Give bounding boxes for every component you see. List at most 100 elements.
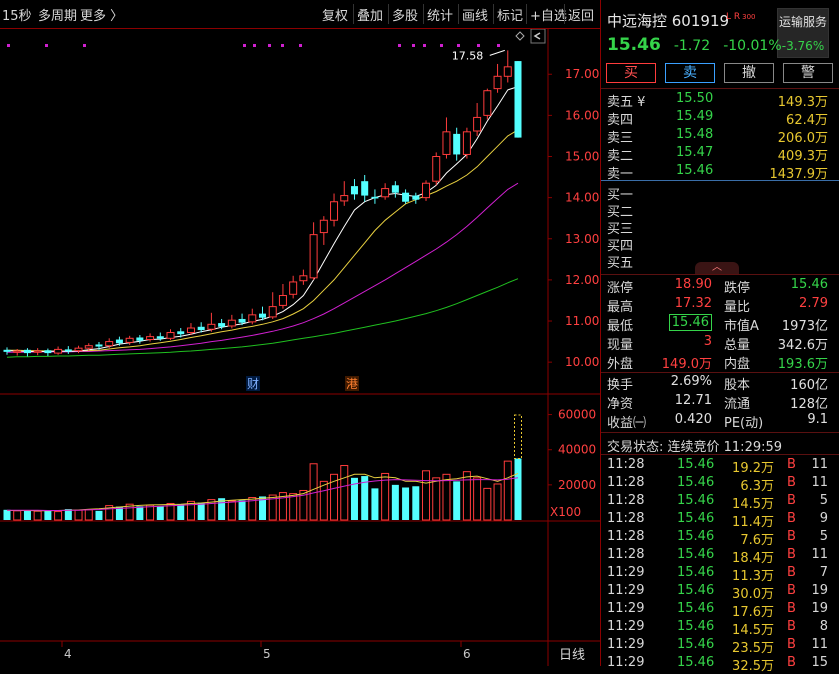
collapse-toggle[interactable]: ︿ bbox=[695, 262, 739, 274]
period-label[interactable]: 日线 bbox=[559, 648, 585, 663]
candle bbox=[462, 127, 471, 159]
fundamental-label: PE(动) bbox=[724, 416, 764, 431]
trade-time: 11:29 bbox=[607, 619, 645, 634]
toolbar-item-5[interactable]: 标记 bbox=[497, 5, 523, 24]
ask-row[interactable]: 卖三 15.48 206.0万 bbox=[601, 126, 839, 146]
volume-bar-down bbox=[238, 500, 246, 520]
event-marker[interactable]: 财 bbox=[247, 377, 259, 391]
toolbar-separator bbox=[388, 4, 389, 24]
price-change: -1.72 bbox=[673, 38, 711, 54]
candle-body-down bbox=[136, 337, 144, 341]
trade-time: 11:28 bbox=[607, 493, 645, 508]
volume-bar-up bbox=[146, 504, 155, 521]
alert-button[interactable]: 警 bbox=[783, 63, 833, 83]
candle bbox=[340, 181, 349, 206]
volume-projection-bar bbox=[514, 414, 522, 459]
volume-bar-down bbox=[412, 486, 420, 520]
candle bbox=[361, 175, 369, 202]
toolbar-separator bbox=[493, 4, 494, 24]
sector-name: 运输服务 bbox=[778, 15, 827, 29]
sell-button[interactable]: 卖 bbox=[665, 63, 715, 83]
candle-body-up bbox=[483, 90, 492, 116]
bid-row[interactable]: 买四 bbox=[601, 234, 839, 254]
toolbar-separator bbox=[564, 4, 565, 24]
x-tick-label: 4 bbox=[64, 647, 72, 661]
event-marker[interactable]: 港 bbox=[346, 377, 358, 391]
trade-row: 11:28 15.46 18.4万 B 11 bbox=[601, 546, 839, 566]
stat-value: 15.46 bbox=[668, 314, 712, 331]
ask-row[interactable]: 卖四 15.49 62.4万 bbox=[601, 108, 839, 128]
scroll-box[interactable] bbox=[530, 28, 546, 44]
candle bbox=[503, 50, 512, 83]
ask-price: 15.47 bbox=[676, 145, 714, 160]
stat-label: 内盘 bbox=[724, 357, 751, 372]
volume-bar-up bbox=[473, 477, 482, 521]
stat-value: 342.6万 bbox=[777, 338, 828, 353]
candle-body-up bbox=[125, 337, 134, 343]
volume-tick-label: 60000 bbox=[558, 408, 596, 422]
candle bbox=[381, 183, 390, 200]
y-tick-label: 17.00 bbox=[565, 67, 599, 81]
candle-body-down bbox=[402, 192, 410, 202]
volume-bar-down bbox=[453, 481, 461, 520]
sector-button[interactable]: 运输服务 -3.76% bbox=[777, 8, 829, 58]
signal-dot bbox=[477, 44, 480, 47]
chevron-left-icon[interactable] bbox=[533, 32, 541, 40]
toolbar-separator bbox=[353, 4, 354, 24]
candle-body-up bbox=[207, 323, 216, 330]
toolbar-item-3[interactable]: 统计 bbox=[427, 5, 453, 24]
toolbar-item-1[interactable]: 叠加 bbox=[357, 5, 383, 24]
trade-side: B bbox=[787, 565, 796, 580]
candle-body-up bbox=[330, 201, 339, 221]
toolbar-item-left-1[interactable]: 多周期 bbox=[38, 5, 77, 24]
trade-price: 15.46 bbox=[677, 601, 715, 616]
toolbar-separator bbox=[526, 4, 527, 24]
toolbar-item-0[interactable]: 复权 bbox=[322, 5, 348, 24]
spread-divider bbox=[601, 180, 839, 181]
bid-row[interactable]: 买三 bbox=[601, 217, 839, 237]
candle-body-down bbox=[391, 185, 399, 193]
bid-row[interactable]: 买二 bbox=[601, 200, 839, 220]
candle-body-up bbox=[432, 156, 441, 182]
candle-body-up bbox=[186, 327, 195, 334]
ask-row[interactable]: 卖一 15.46 1437.9万 bbox=[601, 162, 839, 182]
divider bbox=[601, 274, 839, 275]
toolbar-item-4[interactable]: 画线 bbox=[462, 5, 488, 24]
trade-side: B bbox=[787, 655, 796, 670]
trade-count: 11 bbox=[811, 637, 828, 652]
buy-button[interactable]: 买 bbox=[606, 63, 656, 83]
ask-row[interactable]: 卖二 15.47 409.3万 bbox=[601, 144, 839, 164]
candle bbox=[54, 346, 63, 355]
divider bbox=[601, 454, 839, 455]
kline-chart-area[interactable]: 17.00 16.00 15.00 14.00 13.00 12.00 11.00 10.00… bbox=[0, 28, 600, 666]
volume-bar-up bbox=[13, 510, 22, 521]
stat-label: 跌停 bbox=[724, 281, 751, 296]
toolbar-item-left-0[interactable]: 15秒 bbox=[2, 5, 32, 24]
bid-row[interactable]: 买一 bbox=[601, 183, 839, 203]
volume-bar-down bbox=[177, 504, 185, 520]
diamond-icon[interactable] bbox=[515, 31, 525, 41]
toolbar-item-2[interactable]: 多股 bbox=[392, 5, 418, 24]
sector-change-pct: -3.76% bbox=[781, 39, 825, 53]
cancel-button[interactable]: 撤 bbox=[724, 63, 774, 83]
trade-time: 11:29 bbox=[607, 637, 645, 652]
trade-count: 11 bbox=[811, 475, 828, 490]
toolbar-item-left-2[interactable]: 更多 〉 bbox=[80, 5, 123, 24]
trade-time: 11:28 bbox=[607, 547, 645, 562]
candle-body-up bbox=[422, 182, 431, 199]
candle-body-up bbox=[473, 116, 482, 132]
volume-bar-up bbox=[227, 500, 236, 521]
toolbar-item-7[interactable]: 返回 bbox=[568, 5, 594, 24]
toolbar-separator bbox=[458, 4, 459, 24]
stock-name-code: 中远海控 601919 bbox=[607, 12, 730, 30]
ask-row[interactable]: 卖五 ¥15.50 149.3万 bbox=[601, 90, 839, 110]
toolbar-item-6[interactable]: +自选 bbox=[530, 5, 567, 24]
kline-chart[interactable]: 17.00 16.00 15.00 14.00 13.00 12.00 11.00 10.00… bbox=[0, 28, 600, 666]
candle-body-up bbox=[74, 347, 83, 352]
trade-count: 7 bbox=[819, 565, 828, 580]
volume-bar-up bbox=[493, 483, 502, 521]
signal-dot bbox=[7, 44, 10, 47]
stat-label: 现量 bbox=[607, 338, 634, 353]
x-tick-label: 5 bbox=[263, 647, 271, 661]
stat-label: 涨停 bbox=[607, 281, 634, 296]
